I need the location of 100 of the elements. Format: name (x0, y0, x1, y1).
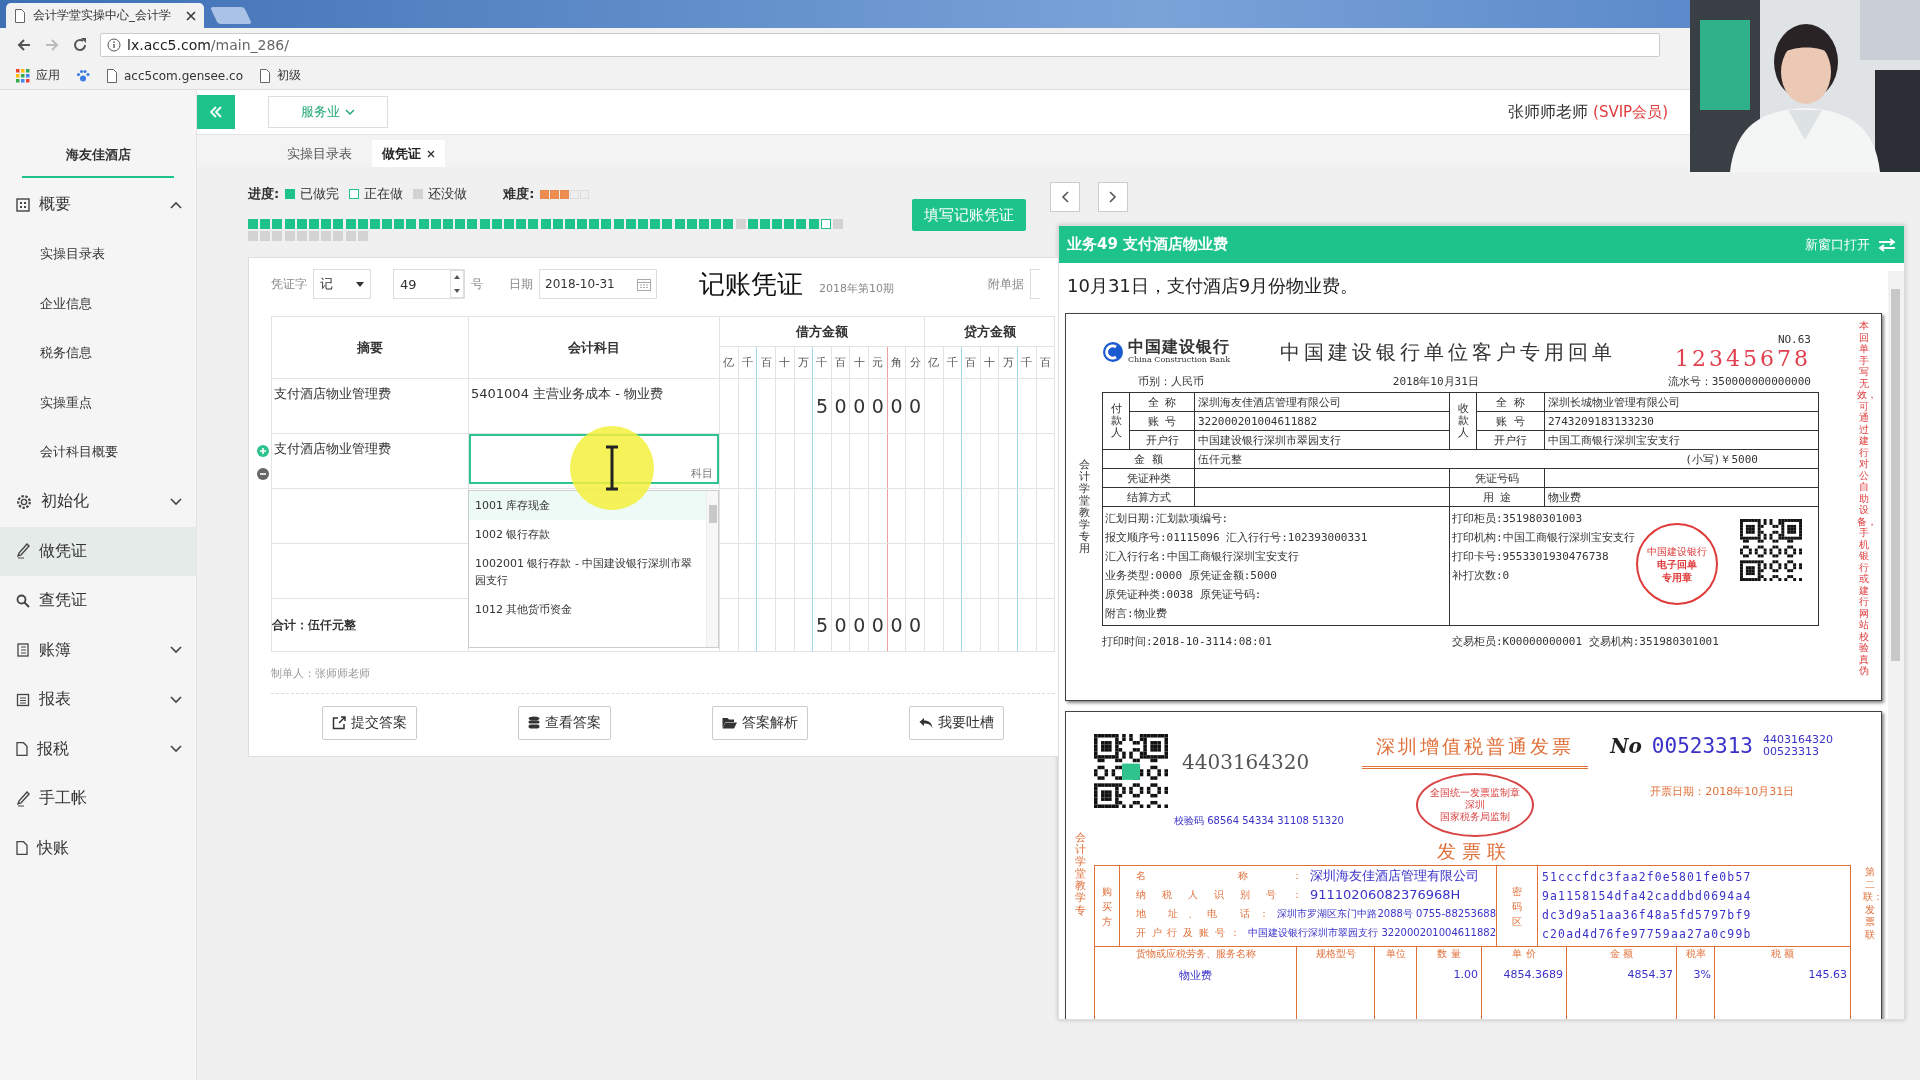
spinner-icon[interactable] (450, 270, 464, 298)
progress-square[interactable] (479, 219, 490, 229)
action-button[interactable]: 查看答案 (517, 706, 611, 740)
progress-square[interactable] (272, 231, 283, 241)
progress-square[interactable] (321, 219, 332, 229)
progress-square[interactable] (662, 219, 673, 229)
bookmark-link[interactable]: 初级 (259, 67, 301, 84)
progress-square[interactable] (601, 219, 612, 229)
progress-square[interactable] (796, 219, 807, 229)
remove-row-icon[interactable] (257, 468, 269, 480)
progress-square[interactable] (455, 219, 466, 229)
progress-square[interactable] (308, 231, 319, 241)
back-icon[interactable] (16, 37, 32, 53)
swap-icon[interactable] (1878, 237, 1896, 252)
sidebar-subitem[interactable]: 会计科目概要 (0, 427, 196, 477)
new-tab-button[interactable] (210, 7, 252, 24)
sidebar-subitem[interactable]: 实操重点 (0, 378, 196, 428)
progress-square[interactable] (357, 231, 368, 241)
progress-square[interactable] (759, 219, 770, 229)
tab[interactable]: 做凭证 (372, 140, 445, 167)
sidebar-item[interactable]: 快账 (0, 823, 196, 873)
sidebar-item[interactable]: 手工帐 (0, 774, 196, 824)
sidebar-subitem[interactable]: 企业信息 (0, 279, 196, 329)
progress-square[interactable] (284, 219, 295, 229)
sidebar-subitem[interactable]: 税务信息 (0, 328, 196, 378)
progress-square[interactable] (394, 219, 405, 229)
progress-square[interactable] (686, 219, 697, 229)
collapse-button[interactable] (197, 95, 235, 129)
progress-square[interactable] (735, 219, 746, 229)
progress-square[interactable] (430, 219, 441, 229)
action-button[interactable]: 我要吐槽 (909, 706, 1005, 740)
scrollbar[interactable] (706, 491, 718, 647)
progress-square[interactable] (833, 219, 843, 229)
progress-square[interactable] (589, 219, 600, 229)
progress-square[interactable] (284, 231, 295, 241)
progress-square[interactable] (747, 219, 758, 229)
progress-square[interactable] (540, 219, 551, 229)
progress-square[interactable] (638, 219, 648, 229)
sidebar-item[interactable]: 初始化 (0, 477, 196, 527)
next-button[interactable] (1098, 182, 1128, 212)
progress-square[interactable] (564, 219, 575, 229)
browser-tab[interactable]: 会计学堂实操中心_会计学 (6, 3, 204, 28)
dropdown-option[interactable]: 1012 其他货币资金 (469, 595, 706, 624)
sidebar-item[interactable]: 报税 (0, 724, 196, 774)
sidebar-item[interactable]: 查凭证 (0, 576, 196, 626)
progress-square[interactable] (260, 231, 271, 241)
add-row-icon[interactable] (257, 445, 269, 457)
progress-square[interactable] (625, 219, 636, 229)
progress-square[interactable] (260, 219, 271, 229)
progress-square[interactable] (272, 219, 283, 229)
progress-square[interactable] (296, 231, 307, 241)
progress-square[interactable] (248, 231, 258, 241)
progress-square[interactable] (784, 219, 795, 229)
progress-square[interactable] (418, 219, 429, 229)
progress-square[interactable] (711, 219, 722, 229)
voucher-word-select[interactable]: 记 (313, 269, 371, 299)
progress-square[interactable] (369, 219, 380, 229)
paw-icon[interactable] (76, 68, 90, 83)
bookmark-link[interactable]: 应用 (16, 67, 60, 84)
progress-square[interactable] (296, 219, 307, 229)
close-icon[interactable] (427, 149, 435, 158)
voucher-number-field[interactable]: 49 (393, 269, 465, 299)
progress-square[interactable] (650, 219, 661, 229)
progress-square[interactable] (345, 219, 356, 229)
attachments-field[interactable] (1030, 269, 1040, 299)
progress-square[interactable] (406, 219, 417, 229)
reload-icon[interactable] (72, 37, 88, 53)
progress-square[interactable] (528, 219, 539, 229)
progress-square[interactable] (321, 231, 332, 241)
progress-square[interactable] (443, 219, 453, 229)
progress-square[interactable] (552, 219, 563, 229)
address-field[interactable]: lx.acc5.com/main_286/ (100, 33, 1660, 57)
action-button[interactable]: 提交答案 (321, 706, 417, 740)
dropdown-option[interactable]: 1002 银行存款 (469, 520, 706, 549)
progress-square[interactable] (577, 219, 588, 229)
progress-square[interactable] (345, 231, 356, 241)
close-icon[interactable] (186, 10, 196, 21)
progress-square[interactable] (808, 219, 819, 229)
progress-square[interactable] (613, 219, 624, 229)
progress-square[interactable] (503, 219, 514, 229)
scrollbar[interactable] (1888, 271, 1904, 1019)
progress-square[interactable] (333, 231, 344, 241)
progress-square[interactable] (467, 219, 478, 229)
progress-square[interactable] (333, 219, 344, 229)
progress-square[interactable] (308, 219, 319, 229)
sidebar-item[interactable]: 做凭证 (0, 526, 196, 576)
sidebar-item[interactable]: 账簿 (0, 625, 196, 675)
forward-icon[interactable] (44, 37, 60, 53)
progress-square[interactable] (382, 219, 393, 229)
progress-square[interactable] (723, 219, 734, 229)
tab[interactable]: 实操目录表 (277, 140, 362, 167)
progress-square[interactable] (674, 219, 685, 229)
progress-square[interactable] (772, 219, 783, 229)
bookmark-link[interactable]: acc5com.gensee.co (106, 68, 243, 83)
progress-square[interactable] (248, 219, 258, 229)
date-field[interactable]: 2018-10-31 (539, 269, 657, 299)
sidebar-subitem[interactable]: 实操目录表 (0, 229, 196, 279)
sidebar-item[interactable]: 报表 (0, 675, 196, 725)
progress-square[interactable] (698, 219, 709, 229)
progress-square[interactable] (820, 219, 831, 229)
